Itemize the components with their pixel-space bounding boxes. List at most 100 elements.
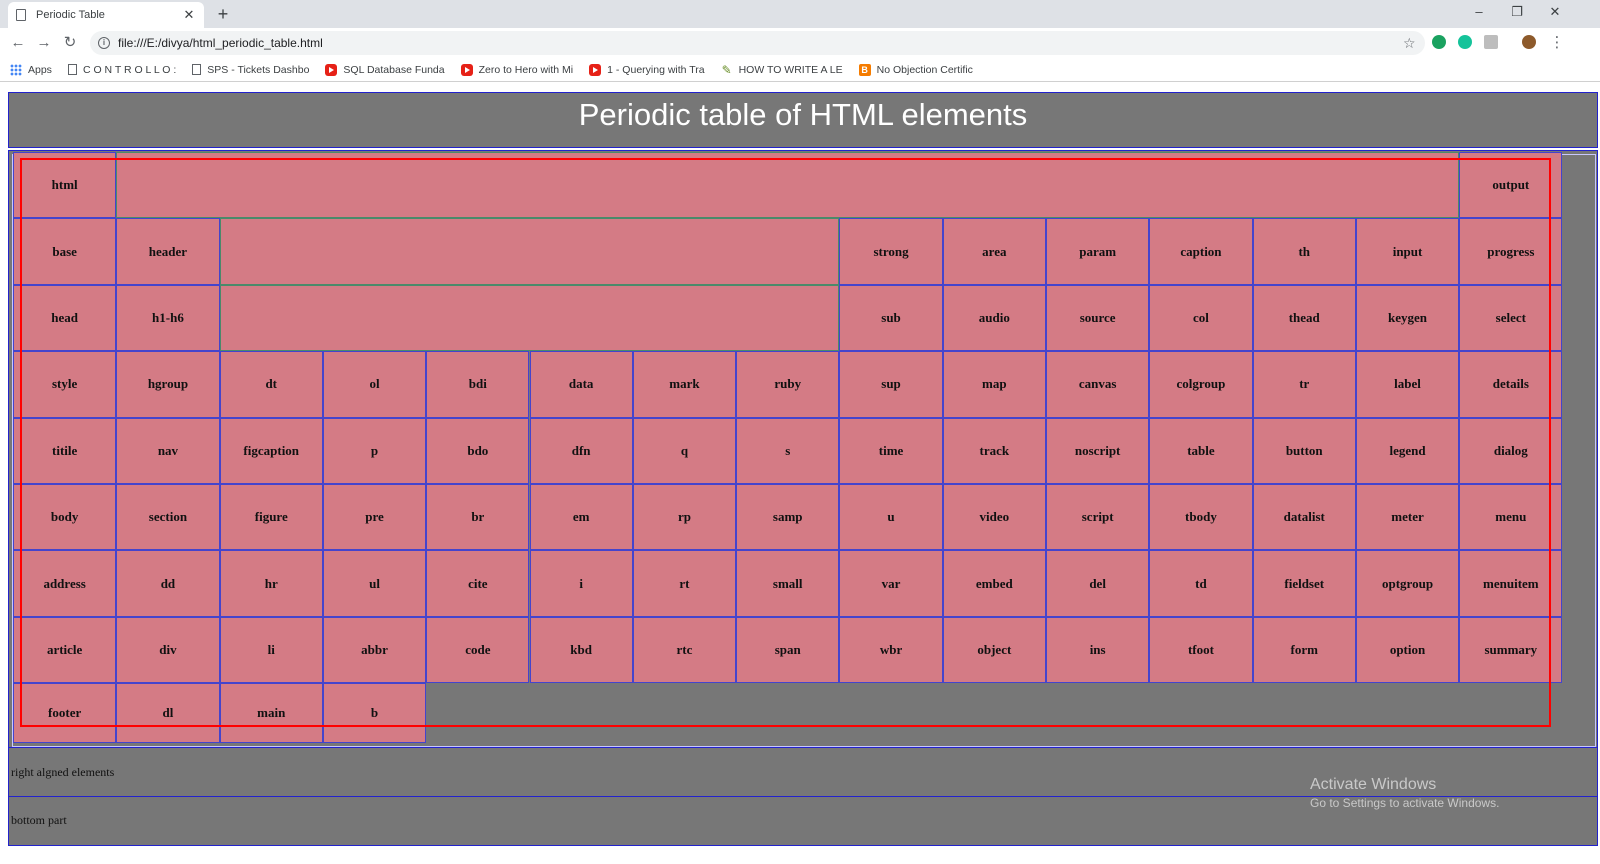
menu-icon[interactable]: ⋮ <box>1548 34 1566 52</box>
element-cell-ol: ol <box>322 351 427 418</box>
element-cell-output: output <box>1459 152 1563 219</box>
element-cell-select: select <box>1459 284 1563 352</box>
bookmark-label: Zero to Hero with Mi <box>478 63 574 76</box>
profile-avatar[interactable] <box>1522 35 1536 49</box>
element-cell-time: time <box>839 417 943 484</box>
element-cell-base: base <box>13 218 117 285</box>
empty-span-cell <box>219 284 840 352</box>
element-cell-source: source <box>1046 284 1150 352</box>
element-cell-wbr: wbr <box>839 616 943 684</box>
element-cell-rt: rt <box>632 550 737 617</box>
element-cell-b: b <box>322 683 427 744</box>
new-tab-button[interactable]: + <box>213 4 233 24</box>
grammarly-icon[interactable] <box>1458 35 1472 49</box>
element-cell-td: td <box>1149 550 1253 617</box>
element-cell-i: i <box>529 550 633 617</box>
youtube-icon <box>460 63 473 76</box>
bookmark-item[interactable]: ✎ HOW TO WRITE A LE <box>721 64 843 76</box>
element-cell-noscript: noscript <box>1046 417 1150 484</box>
bookmarks-bar: Apps C O N T R O L L O : SPS - Tickets Das… <box>0 58 1600 82</box>
element-cell-dt: dt <box>219 351 323 418</box>
empty-span-cell <box>219 218 840 285</box>
extension-green-icon[interactable] <box>1432 35 1446 49</box>
element-cell-q: q <box>632 417 737 484</box>
element-cell-em: em <box>529 484 633 551</box>
browser-tab[interactable]: Periodic Table ✕ <box>8 2 204 28</box>
blogger-icon: B <box>858 63 871 76</box>
empty-span-cell <box>116 152 1460 219</box>
address-bar[interactable]: i file:///E:/divya/html_periodic_table.h… <box>90 31 1425 55</box>
element-cell-dialog: dialog <box>1459 417 1563 484</box>
element-cell-bdo: bdo <box>426 417 530 484</box>
element-cell-meter: meter <box>1355 484 1460 551</box>
bookmark-label: SPS - Tickets Dashbo <box>207 63 310 76</box>
element-cell-section: section <box>116 484 220 551</box>
bookmark-label: 1 - Querying with Tra <box>607 63 705 76</box>
element-cell-s: s <box>736 417 840 484</box>
back-icon[interactable]: ← <box>9 34 27 52</box>
element-cell-mark: mark <box>632 351 737 418</box>
bookmark-item[interactable]: SPS - Tickets Dashbo <box>192 64 309 76</box>
element-cell-audio: audio <box>942 284 1046 352</box>
element-cell-area: area <box>942 218 1046 285</box>
bookmark-item[interactable]: Apps <box>10 63 52 76</box>
extension-filter-icon[interactable] <box>1484 35 1498 49</box>
watermark-line-2: Go to Settings to activate Windows. <box>1310 796 1500 810</box>
element-cell-bdi: bdi <box>426 351 530 418</box>
element-cell-sub: sub <box>839 284 943 352</box>
element-cell-label: label <box>1355 351 1460 418</box>
bookmark-item[interactable]: Zero to Hero with Mi <box>460 63 574 76</box>
document-icon <box>67 64 77 75</box>
restore-icon[interactable]: ❐ <box>1507 4 1527 20</box>
bookmark-label: No Objection Certific <box>876 63 973 76</box>
element-cell-input: input <box>1355 218 1460 285</box>
url-text[interactable]: file:///E:/divya/html_periodic_table.htm… <box>118 36 1403 50</box>
element-cell-script: script <box>1046 484 1150 551</box>
element-cell-footer: footer <box>13 683 117 744</box>
forward-icon[interactable]: → <box>35 34 53 52</box>
bookmark-label: HOW TO WRITE A LE <box>738 63 843 76</box>
bookmark-item[interactable]: B No Objection Certific <box>858 63 973 76</box>
element-cell-h1-h6: h1-h6 <box>116 284 220 352</box>
element-cell-article: article <box>13 616 117 684</box>
element-cell-style: style <box>13 351 117 418</box>
page-title: Periodic table of HTML elements <box>578 97 1028 132</box>
element-cell-tr: tr <box>1252 351 1356 418</box>
element-cell-var: var <box>839 550 943 617</box>
element-cell-object: object <box>942 616 1046 684</box>
element-cell-menu: menu <box>1459 484 1563 551</box>
close-tab-icon[interactable]: ✕ <box>182 7 196 23</box>
element-cell-button: button <box>1252 417 1356 484</box>
element-cell-th: th <box>1252 218 1356 285</box>
element-cell-menuitem: menuitem <box>1459 550 1563 617</box>
page-content: Periodic table of HTML elements html outp… <box>0 83 1600 864</box>
tab-strip: Periodic Table ✕ + – ❐ ✕ <box>0 0 1600 28</box>
close-window-icon[interactable]: ✕ <box>1545 4 1565 20</box>
element-cell-ul: ul <box>322 550 427 617</box>
element-cell-u: u <box>839 484 943 551</box>
element-cell-progress: progress <box>1459 218 1563 285</box>
page-icon <box>16 9 26 21</box>
apps-grid-icon <box>10 63 22 76</box>
bookmark-star-icon[interactable]: ☆ <box>1403 35 1425 52</box>
element-cell-tbody: tbody <box>1149 484 1253 551</box>
element-cell-dd: dd <box>116 550 220 617</box>
element-cell-keygen: keygen <box>1355 284 1460 352</box>
reload-icon[interactable]: ↻ <box>61 34 79 52</box>
element-cell-address: address <box>13 550 117 617</box>
element-cell-option: option <box>1355 616 1460 684</box>
info-icon[interactable]: i <box>98 37 110 49</box>
element-cell-tfoot: tfoot <box>1149 616 1253 684</box>
element-cell-details: details <box>1459 351 1563 418</box>
tab-title: Periodic Table <box>36 9 105 21</box>
bookmark-item[interactable]: C O N T R O L L O : <box>67 64 176 76</box>
element-cell-figure: figure <box>219 484 323 551</box>
element-cell-div: div <box>116 616 220 684</box>
youtube-icon <box>589 63 602 76</box>
bookmark-item[interactable]: 1 - Querying with Tra <box>589 63 705 76</box>
bookmark-item[interactable]: SQL Database Funda <box>325 63 445 76</box>
element-cell-col: col <box>1149 284 1253 352</box>
element-cell-legend: legend <box>1355 417 1460 484</box>
element-cell-dl: dl <box>116 683 220 744</box>
minimize-icon[interactable]: – <box>1469 4 1489 20</box>
